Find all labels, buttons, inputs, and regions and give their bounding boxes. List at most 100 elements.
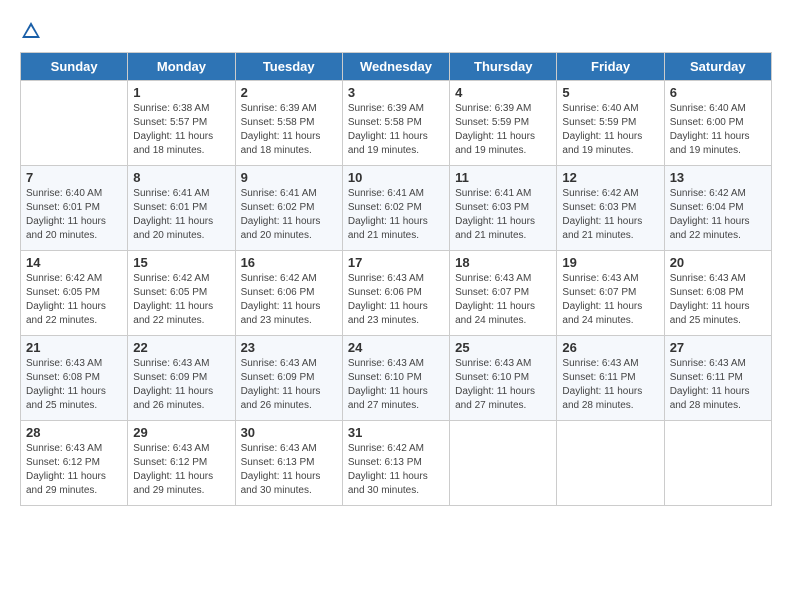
day-number: 23 [241,340,337,355]
cell-info: Sunrise: 6:43 AM Sunset: 6:06 PM Dayligh… [348,272,444,328]
cell-info: Sunrise: 6:43 AM Sunset: 6:10 PM Dayligh… [348,357,444,413]
calendar-cell: 11 Sunrise: 6:41 AM Sunset: 6:03 PM Dayl… [450,166,557,251]
day-number: 20 [670,255,766,270]
calendar-cell: 13 Sunrise: 6:42 AM Sunset: 6:04 PM Dayl… [664,166,771,251]
calendar-cell: 9 Sunrise: 6:41 AM Sunset: 6:02 PM Dayli… [235,166,342,251]
cell-info: Sunrise: 6:39 AM Sunset: 5:59 PM Dayligh… [455,102,551,158]
calendar-cell: 12 Sunrise: 6:42 AM Sunset: 6:03 PM Dayl… [557,166,664,251]
day-number: 8 [133,170,229,185]
calendar-cell: 8 Sunrise: 6:41 AM Sunset: 6:01 PM Dayli… [128,166,235,251]
calendar-cell: 29 Sunrise: 6:43 AM Sunset: 6:12 PM Dayl… [128,421,235,506]
day-number: 31 [348,425,444,440]
calendar-header-row: SundayMondayTuesdayWednesdayThursdayFrid… [21,53,772,81]
day-number: 27 [670,340,766,355]
calendar-cell: 21 Sunrise: 6:43 AM Sunset: 6:08 PM Dayl… [21,336,128,421]
calendar-cell: 19 Sunrise: 6:43 AM Sunset: 6:07 PM Dayl… [557,251,664,336]
calendar-week-row: 21 Sunrise: 6:43 AM Sunset: 6:08 PM Dayl… [21,336,772,421]
calendar-day-header: Sunday [21,53,128,81]
calendar-table: SundayMondayTuesdayWednesdayThursdayFrid… [20,52,772,506]
calendar-day-header: Thursday [450,53,557,81]
day-number: 14 [26,255,122,270]
calendar-cell [21,81,128,166]
day-number: 1 [133,85,229,100]
cell-info: Sunrise: 6:39 AM Sunset: 5:58 PM Dayligh… [348,102,444,158]
cell-info: Sunrise: 6:43 AM Sunset: 6:08 PM Dayligh… [670,272,766,328]
cell-info: Sunrise: 6:42 AM Sunset: 6:05 PM Dayligh… [26,272,122,328]
day-number: 29 [133,425,229,440]
calendar-cell: 23 Sunrise: 6:43 AM Sunset: 6:09 PM Dayl… [235,336,342,421]
cell-info: Sunrise: 6:43 AM Sunset: 6:09 PM Dayligh… [241,357,337,413]
calendar-day-header: Friday [557,53,664,81]
day-number: 15 [133,255,229,270]
cell-info: Sunrise: 6:43 AM Sunset: 6:13 PM Dayligh… [241,442,337,498]
day-number: 4 [455,85,551,100]
day-number: 6 [670,85,766,100]
calendar-cell: 22 Sunrise: 6:43 AM Sunset: 6:09 PM Dayl… [128,336,235,421]
cell-info: Sunrise: 6:41 AM Sunset: 6:03 PM Dayligh… [455,187,551,243]
calendar-day-header: Monday [128,53,235,81]
cell-info: Sunrise: 6:43 AM Sunset: 6:10 PM Dayligh… [455,357,551,413]
day-number: 17 [348,255,444,270]
calendar-day-header: Tuesday [235,53,342,81]
calendar-cell: 16 Sunrise: 6:42 AM Sunset: 6:06 PM Dayl… [235,251,342,336]
calendar-cell: 24 Sunrise: 6:43 AM Sunset: 6:10 PM Dayl… [342,336,449,421]
calendar-cell [450,421,557,506]
calendar-cell: 5 Sunrise: 6:40 AM Sunset: 5:59 PM Dayli… [557,81,664,166]
cell-info: Sunrise: 6:43 AM Sunset: 6:07 PM Dayligh… [562,272,658,328]
cell-info: Sunrise: 6:40 AM Sunset: 6:00 PM Dayligh… [670,102,766,158]
calendar-week-row: 28 Sunrise: 6:43 AM Sunset: 6:12 PM Dayl… [21,421,772,506]
cell-info: Sunrise: 6:42 AM Sunset: 6:04 PM Dayligh… [670,187,766,243]
day-number: 12 [562,170,658,185]
calendar-day-header: Wednesday [342,53,449,81]
calendar-cell [557,421,664,506]
cell-info: Sunrise: 6:41 AM Sunset: 6:02 PM Dayligh… [241,187,337,243]
day-number: 16 [241,255,337,270]
cell-info: Sunrise: 6:43 AM Sunset: 6:09 PM Dayligh… [133,357,229,413]
day-number: 18 [455,255,551,270]
day-number: 2 [241,85,337,100]
calendar-cell: 10 Sunrise: 6:41 AM Sunset: 6:02 PM Dayl… [342,166,449,251]
calendar-cell: 4 Sunrise: 6:39 AM Sunset: 5:59 PM Dayli… [450,81,557,166]
cell-info: Sunrise: 6:41 AM Sunset: 6:01 PM Dayligh… [133,187,229,243]
day-number: 21 [26,340,122,355]
cell-info: Sunrise: 6:43 AM Sunset: 6:11 PM Dayligh… [670,357,766,413]
calendar-cell: 26 Sunrise: 6:43 AM Sunset: 6:11 PM Dayl… [557,336,664,421]
calendar-cell: 25 Sunrise: 6:43 AM Sunset: 6:10 PM Dayl… [450,336,557,421]
calendar-cell: 18 Sunrise: 6:43 AM Sunset: 6:07 PM Dayl… [450,251,557,336]
calendar-cell: 14 Sunrise: 6:42 AM Sunset: 6:05 PM Dayl… [21,251,128,336]
calendar-cell: 15 Sunrise: 6:42 AM Sunset: 6:05 PM Dayl… [128,251,235,336]
calendar-cell: 2 Sunrise: 6:39 AM Sunset: 5:58 PM Dayli… [235,81,342,166]
day-number: 7 [26,170,122,185]
cell-info: Sunrise: 6:43 AM Sunset: 6:12 PM Dayligh… [26,442,122,498]
logo-icon [20,20,42,42]
calendar-cell: 27 Sunrise: 6:43 AM Sunset: 6:11 PM Dayl… [664,336,771,421]
calendar-week-row: 7 Sunrise: 6:40 AM Sunset: 6:01 PM Dayli… [21,166,772,251]
day-number: 24 [348,340,444,355]
cell-info: Sunrise: 6:41 AM Sunset: 6:02 PM Dayligh… [348,187,444,243]
day-number: 30 [241,425,337,440]
day-number: 5 [562,85,658,100]
calendar-cell: 7 Sunrise: 6:40 AM Sunset: 6:01 PM Dayli… [21,166,128,251]
day-number: 9 [241,170,337,185]
calendar-cell [664,421,771,506]
cell-info: Sunrise: 6:42 AM Sunset: 6:13 PM Dayligh… [348,442,444,498]
cell-info: Sunrise: 6:42 AM Sunset: 6:06 PM Dayligh… [241,272,337,328]
cell-info: Sunrise: 6:40 AM Sunset: 6:01 PM Dayligh… [26,187,122,243]
cell-info: Sunrise: 6:42 AM Sunset: 6:03 PM Dayligh… [562,187,658,243]
day-number: 19 [562,255,658,270]
page-header [20,20,772,42]
cell-info: Sunrise: 6:40 AM Sunset: 5:59 PM Dayligh… [562,102,658,158]
calendar-week-row: 1 Sunrise: 6:38 AM Sunset: 5:57 PM Dayli… [21,81,772,166]
cell-info: Sunrise: 6:38 AM Sunset: 5:57 PM Dayligh… [133,102,229,158]
day-number: 28 [26,425,122,440]
cell-info: Sunrise: 6:42 AM Sunset: 6:05 PM Dayligh… [133,272,229,328]
day-number: 3 [348,85,444,100]
day-number: 26 [562,340,658,355]
calendar-cell: 3 Sunrise: 6:39 AM Sunset: 5:58 PM Dayli… [342,81,449,166]
calendar-cell: 6 Sunrise: 6:40 AM Sunset: 6:00 PM Dayli… [664,81,771,166]
calendar-day-header: Saturday [664,53,771,81]
calendar-cell: 1 Sunrise: 6:38 AM Sunset: 5:57 PM Dayli… [128,81,235,166]
calendar-cell: 17 Sunrise: 6:43 AM Sunset: 6:06 PM Dayl… [342,251,449,336]
day-number: 10 [348,170,444,185]
calendar-cell: 28 Sunrise: 6:43 AM Sunset: 6:12 PM Dayl… [21,421,128,506]
